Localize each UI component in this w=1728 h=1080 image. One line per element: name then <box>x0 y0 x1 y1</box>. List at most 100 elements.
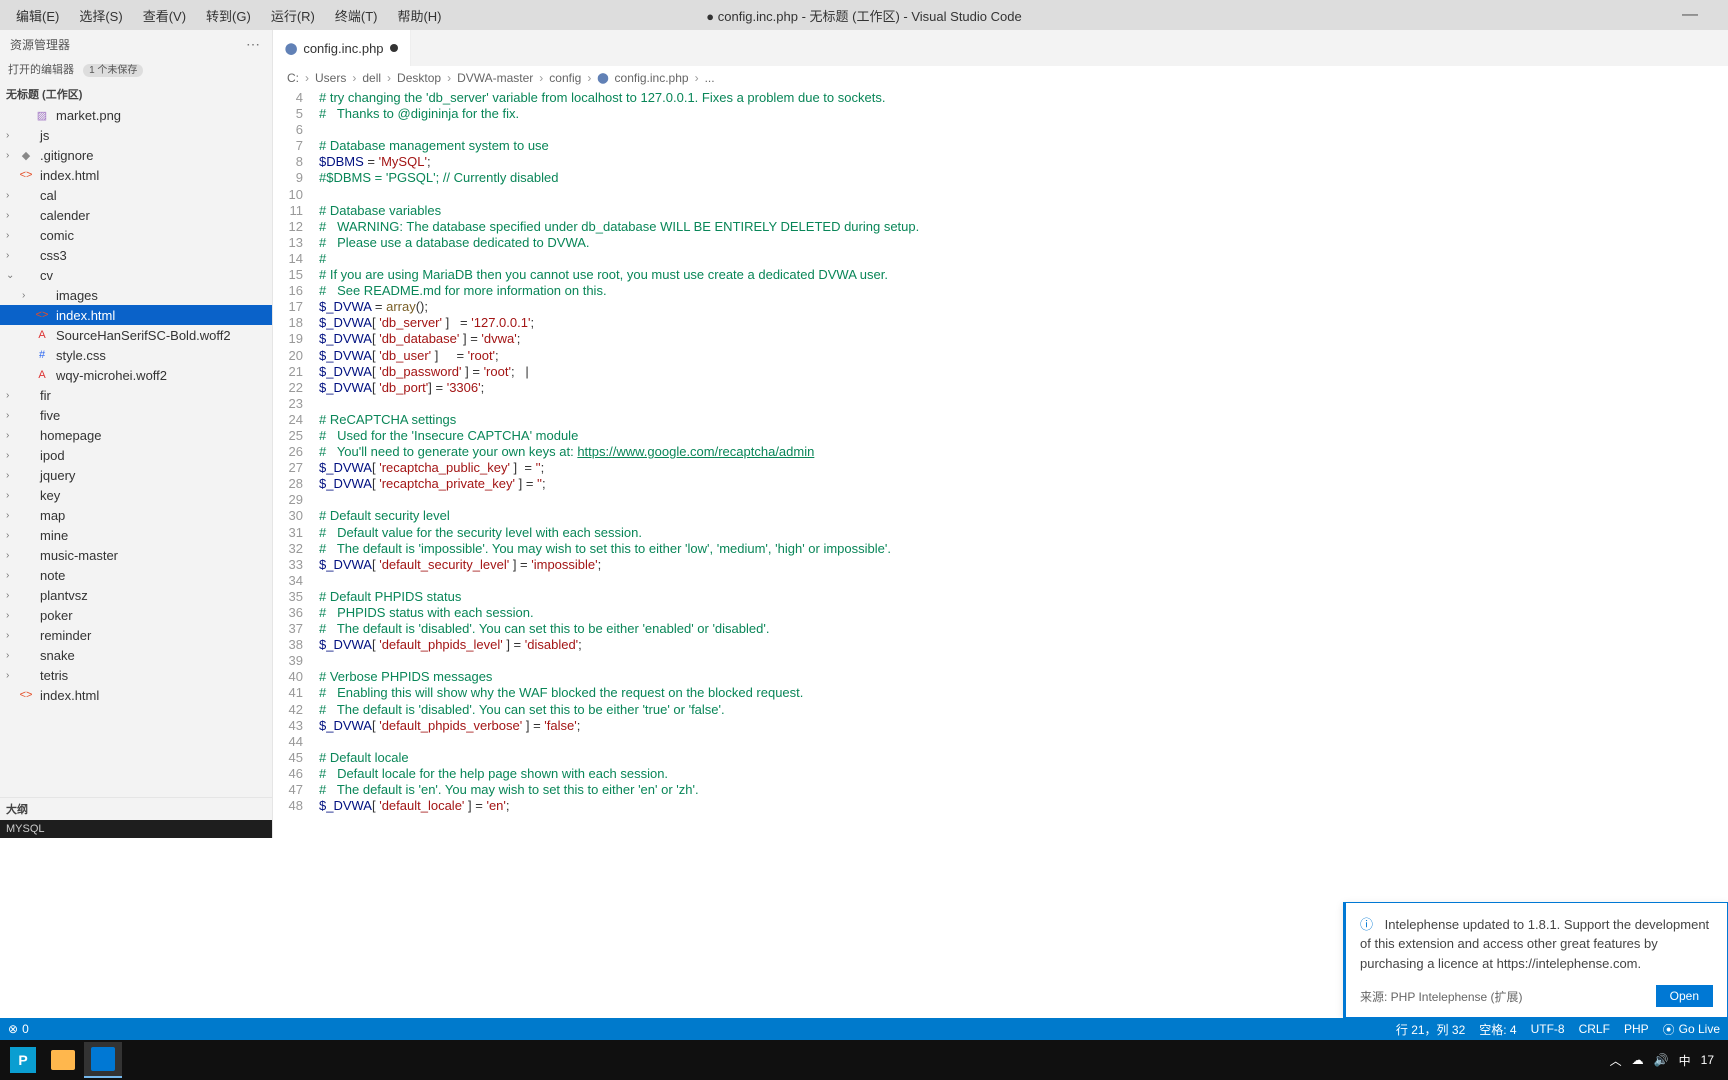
tray-cloud-icon[interactable]: ☁ <box>1632 1053 1644 1067</box>
breadcrumb-item[interactable]: Users <box>315 71 346 85</box>
taskbar-vscode[interactable] <box>84 1042 122 1078</box>
tree-folder[interactable]: ›calender <box>0 205 272 225</box>
folder-icon <box>18 667 34 683</box>
tree-folder[interactable]: ›key <box>0 485 272 505</box>
more-icon[interactable]: ⋯ <box>246 36 262 53</box>
breadcrumb-sep-icon: › <box>305 71 309 85</box>
open-button[interactable]: Open <box>1656 985 1713 1007</box>
tree-folder[interactable]: ›mine <box>0 525 272 545</box>
tray-ime[interactable]: 中 <box>1679 1052 1691 1069</box>
chevron-icon: › <box>6 610 18 621</box>
folder-icon <box>18 547 34 563</box>
indent-status[interactable]: 空格: 4 <box>1479 1021 1516 1038</box>
folder-icon <box>18 527 34 543</box>
tray-time[interactable]: 17 <box>1701 1053 1714 1067</box>
tab-label: config.inc.php <box>303 41 383 56</box>
eol-status[interactable]: CRLF <box>1579 1022 1610 1036</box>
code-editor[interactable]: 4567891011121314151617181920212223242526… <box>273 90 1728 838</box>
tree-folder[interactable]: ›plantvsz <box>0 585 272 605</box>
tree-folder[interactable]: ›jquery <box>0 465 272 485</box>
breadcrumb-item[interactable]: C: <box>287 71 299 85</box>
menu-item[interactable]: 终端(T) <box>327 4 386 27</box>
tree-folder[interactable]: ⌄cv <box>0 265 272 285</box>
tree-file[interactable]: <>index.html <box>0 305 272 325</box>
folder-icon <box>18 407 34 423</box>
code-content[interactable]: # try changing the 'db_server' variable … <box>319 90 1728 838</box>
open-editors-section[interactable]: 打开的编辑器 1 个未保存 <box>0 59 272 83</box>
breadcrumb-item[interactable]: DVWA-master <box>457 71 533 85</box>
breadcrumb-item[interactable]: ... <box>705 71 715 85</box>
breadcrumb-item[interactable]: dell <box>362 71 381 85</box>
menu-item[interactable]: 编辑(E) <box>8 4 67 27</box>
tree-file[interactable]: Awqy-microhei.woff2 <box>0 365 272 385</box>
golive-button[interactable]: ⦿ Go Live <box>1663 1021 1720 1038</box>
taskbar-explorer[interactable] <box>44 1042 82 1078</box>
tree-folder[interactable]: ›five <box>0 405 272 425</box>
tab-config-php[interactable]: ⬤ config.inc.php <box>273 30 411 66</box>
folder-icon <box>18 607 34 623</box>
minimize-icon[interactable]: — <box>1682 6 1698 24</box>
menu-item[interactable]: 查看(V) <box>135 4 194 27</box>
tree-folder[interactable]: ›map <box>0 505 272 525</box>
tree-folder[interactable]: ›images <box>0 285 272 305</box>
breadcrumb-item[interactable]: config.inc.php <box>615 71 689 85</box>
system-tray[interactable]: ︿ ☁ 🔊 中 17 <box>1610 1052 1724 1069</box>
info-icon: ⓘ <box>1360 917 1373 932</box>
mysql-section[interactable]: MYSQL <box>0 820 272 838</box>
tree-item-label: key <box>40 488 60 503</box>
workspace-label[interactable]: 无标题 (工作区) <box>0 83 272 105</box>
breadcrumb-item[interactable]: config <box>549 71 581 85</box>
tree-folder[interactable]: ›tetris <box>0 665 272 685</box>
taskbar-app-p[interactable]: P <box>4 1042 42 1078</box>
menu-item[interactable]: 选择(S) <box>71 4 130 27</box>
tree-item-label: .gitignore <box>40 148 93 163</box>
tree-item-label: note <box>40 568 65 583</box>
tree-item-label: jquery <box>40 468 75 483</box>
tree-file[interactable]: ASourceHanSerifSC-Bold.woff2 <box>0 325 272 345</box>
menu-item[interactable]: 帮助(H) <box>389 4 449 27</box>
problems-status[interactable]: ⊗ 0 <box>8 1022 29 1036</box>
tree-folder[interactable]: ›css3 <box>0 245 272 265</box>
menu-item[interactable]: 转到(G) <box>198 4 259 27</box>
tree-folder[interactable]: ›fir <box>0 385 272 405</box>
tree-folder[interactable]: ›music-master <box>0 545 272 565</box>
tree-file[interactable]: ›◆.gitignore <box>0 145 272 165</box>
tree-folder[interactable]: › cal <box>0 185 272 205</box>
tray-volume-icon[interactable]: 🔊 <box>1654 1053 1669 1067</box>
tree-folder[interactable]: ›note <box>0 565 272 585</box>
tree-folder[interactable]: ›reminder <box>0 625 272 645</box>
tree-file[interactable]: <>index.html <box>0 165 272 185</box>
tree-folder[interactable]: ›snake <box>0 645 272 665</box>
breadcrumb-sep-icon: › <box>695 71 699 85</box>
cursor-position[interactable]: 行 21，列 32 <box>1396 1021 1465 1038</box>
breadcrumb-item[interactable]: Desktop <box>397 71 441 85</box>
encoding-status[interactable]: UTF-8 <box>1531 1022 1565 1036</box>
language-status[interactable]: PHP <box>1624 1022 1649 1036</box>
tree-folder[interactable]: ›js <box>0 125 272 145</box>
tree-folder[interactable]: ›poker <box>0 605 272 625</box>
tree-file[interactable]: #style.css <box>0 345 272 365</box>
tree-item-label: reminder <box>40 628 91 643</box>
breadcrumb[interactable]: C:›Users›dell›Desktop›DVWA-master›config… <box>273 66 1728 90</box>
tree-folder[interactable]: ›ipod <box>0 445 272 465</box>
folder-icon <box>18 487 34 503</box>
tree-item-label: wqy-microhei.woff2 <box>56 368 167 383</box>
tree-item-label: SourceHanSerifSC-Bold.woff2 <box>56 328 231 343</box>
tree-file[interactable]: ▨market.png <box>0 105 272 125</box>
tree-item-label: calender <box>40 208 90 223</box>
menu-item[interactable]: 运行(R) <box>263 4 323 27</box>
folder-icon <box>18 627 34 643</box>
tree-file[interactable]: <>index.html <box>0 685 272 705</box>
folder-icon <box>18 387 34 403</box>
chevron-icon: › <box>6 150 18 161</box>
outline-section[interactable]: 大纲 <box>0 797 272 820</box>
chevron-icon: › <box>6 190 18 201</box>
tray-chevron-icon[interactable]: ︿ <box>1610 1052 1622 1069</box>
tree-item-label: cal <box>40 188 57 203</box>
tree-folder[interactable]: ›homepage <box>0 425 272 445</box>
unsaved-badge: 1 个未保存 <box>83 64 143 77</box>
chevron-icon: › <box>6 410 18 421</box>
html-icon: <> <box>18 167 34 183</box>
tree-folder[interactable]: ›comic <box>0 225 272 245</box>
tree-item-label: comic <box>40 228 74 243</box>
